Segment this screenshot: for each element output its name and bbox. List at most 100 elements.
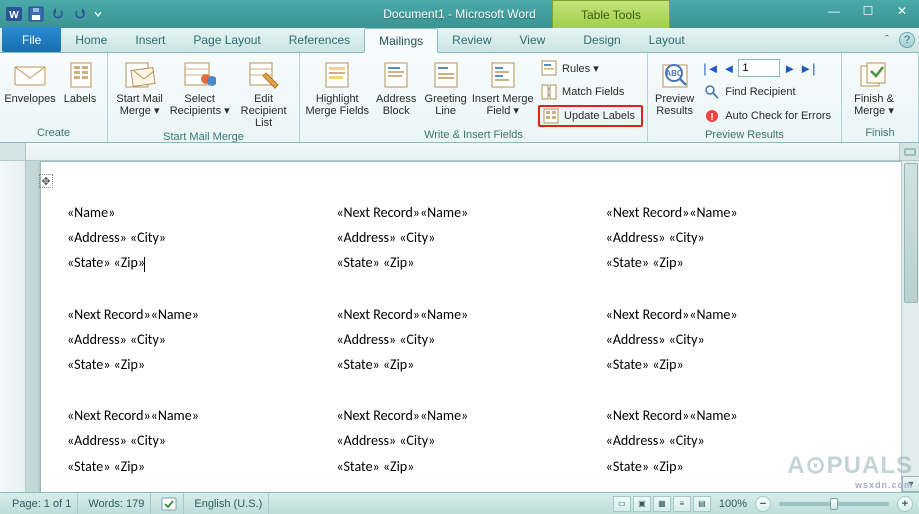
quick-access-toolbar: W bbox=[0, 4, 104, 24]
tab-insert[interactable]: Insert bbox=[121, 27, 179, 52]
merge-field-line: «Next Record»«Name» bbox=[606, 403, 875, 428]
merge-field-line: «Next Record»«Name» bbox=[67, 302, 336, 327]
record-navigator: |◄ ◄ ► ►| bbox=[701, 57, 837, 79]
view-full-screen-icon[interactable]: ▣ bbox=[633, 496, 651, 512]
rules-button[interactable]: Rules ▾ bbox=[538, 57, 643, 79]
group-create: Envelopes Labels Create bbox=[0, 53, 108, 142]
merge-field-line: «State» «Zip» bbox=[336, 352, 605, 377]
labels-label: Labels bbox=[64, 93, 96, 105]
vertical-ruler[interactable] bbox=[0, 161, 26, 492]
table-tools-contextual-tab: Table Tools bbox=[552, 0, 670, 28]
finish-merge-button[interactable]: Finish & Merge ▾ bbox=[846, 55, 902, 117]
zoom-slider[interactable] bbox=[779, 502, 889, 506]
qat-dropdown-icon[interactable] bbox=[92, 4, 104, 24]
zoom-slider-knob[interactable] bbox=[830, 498, 838, 510]
svg-text:ABC: ABC bbox=[665, 69, 683, 78]
ruler-scale[interactable] bbox=[26, 143, 899, 160]
close-button[interactable]: ✕ bbox=[885, 0, 919, 22]
label-cell[interactable]: «Next Record»«Name» «Address» «City» «St… bbox=[336, 200, 605, 276]
tab-view[interactable]: View bbox=[506, 27, 560, 52]
match-fields-label: Match Fields bbox=[562, 86, 624, 98]
tab-design[interactable]: Design bbox=[569, 27, 634, 52]
status-words[interactable]: Words: 179 bbox=[82, 493, 151, 514]
merge-field-line: «State» «Zip» bbox=[336, 250, 605, 275]
tab-mailings[interactable]: Mailings bbox=[364, 28, 438, 53]
ribbon-collapse-icon[interactable]: ˆ bbox=[879, 32, 895, 48]
page[interactable]: ✥ «Name» «Address» «City» «State» «Zip» … bbox=[40, 161, 901, 492]
ribbon-tabs: File Home Insert Page Layout References … bbox=[0, 28, 919, 53]
match-fields-button[interactable]: Match Fields bbox=[538, 81, 643, 103]
merge-field-line: «Address» «City» bbox=[336, 428, 605, 453]
tab-layout[interactable]: Layout bbox=[635, 27, 699, 52]
view-print-layout-icon[interactable]: ▭ bbox=[613, 496, 631, 512]
address-block-label: Address Block bbox=[376, 93, 416, 117]
edit-recipient-list-button[interactable]: Edit Recipient List bbox=[232, 55, 295, 129]
maximize-button[interactable]: ☐ bbox=[851, 0, 885, 22]
check-errors-icon: ! bbox=[704, 108, 720, 124]
preview-results-button[interactable]: ABC Preview Results bbox=[652, 55, 697, 117]
table-move-handle-icon[interactable]: ✥ bbox=[39, 174, 53, 188]
merge-field-line: «Next Record»«Name» bbox=[67, 403, 336, 428]
find-recipient-button[interactable]: Find Recipient bbox=[701, 81, 837, 103]
tab-references[interactable]: References bbox=[275, 27, 364, 52]
help-icon[interactable]: ? bbox=[899, 32, 915, 48]
label-cell[interactable]: «Next Record»«Name» «Address» «City» «St… bbox=[336, 302, 605, 378]
record-number-input[interactable] bbox=[738, 59, 780, 77]
first-record-button[interactable]: |◄ bbox=[703, 61, 719, 76]
finish-merge-label: Finish & Merge ▾ bbox=[854, 93, 894, 117]
greeting-label: Greeting Line bbox=[425, 93, 467, 117]
label-cell[interactable]: «Next Record»«Name» «Address» «City» «St… bbox=[336, 403, 605, 479]
envelopes-button[interactable]: Envelopes bbox=[4, 55, 56, 105]
rules-icon bbox=[541, 60, 557, 76]
merge-field-line: «Address» «City» bbox=[67, 327, 336, 352]
highlight-merge-fields-button[interactable]: Highlight Merge Fields bbox=[304, 55, 370, 117]
address-block-button[interactable]: Address Block bbox=[372, 55, 419, 117]
view-outline-icon[interactable]: ≡ bbox=[673, 496, 691, 512]
merge-field-line: «Address» «City» bbox=[336, 327, 605, 352]
tab-file[interactable]: File bbox=[2, 27, 61, 52]
next-record-button[interactable]: ► bbox=[783, 61, 796, 76]
update-labels-label: Update Labels bbox=[564, 110, 635, 122]
status-page[interactable]: Page: 1 of 1 bbox=[6, 493, 78, 514]
label-cell[interactable]: «Next Record»«Name» «Address» «City» «St… bbox=[67, 302, 336, 378]
scrollbar-thumb[interactable] bbox=[904, 163, 918, 303]
merge-field-line: «Name» bbox=[67, 200, 336, 225]
status-language[interactable]: English (U.S.) bbox=[188, 493, 269, 514]
select-recipients-button[interactable]: Select Recipients ▾ bbox=[169, 55, 230, 117]
label-cell[interactable]: «Name» «Address» «City» «State» «Zip» bbox=[67, 200, 336, 276]
labels-button[interactable]: Labels bbox=[58, 55, 102, 105]
rules-label: Rules ▾ bbox=[562, 62, 599, 75]
insert-merge-field-button[interactable]: Insert Merge Field ▾ bbox=[471, 55, 534, 117]
group-finish: Finish & Merge ▾ Finish bbox=[842, 53, 919, 142]
view-web-layout-icon[interactable]: ▦ bbox=[653, 496, 671, 512]
merge-field-line: «Next Record»«Name» bbox=[606, 200, 875, 225]
status-proofing-icon[interactable] bbox=[155, 493, 184, 514]
undo-icon[interactable] bbox=[48, 4, 68, 24]
minimize-button[interactable]: — bbox=[817, 0, 851, 22]
label-cell[interactable]: «Next Record»«Name» «Address» «City» «St… bbox=[67, 403, 336, 479]
merge-field-line: «State» «Zip» bbox=[606, 250, 875, 275]
label-cell[interactable]: «Next Record»«Name» «Address» «City» «St… bbox=[606, 302, 875, 378]
tab-page-layout[interactable]: Page Layout bbox=[179, 27, 274, 52]
auto-check-errors-button[interactable]: ! Auto Check for Errors bbox=[701, 105, 837, 127]
view-draft-icon[interactable]: ▤ bbox=[693, 496, 711, 512]
tab-home[interactable]: Home bbox=[61, 27, 121, 52]
label-cell[interactable]: «Next Record»«Name» «Address» «City» «St… bbox=[606, 200, 875, 276]
start-mail-merge-button[interactable]: Start Mail Merge ▾ bbox=[112, 55, 167, 117]
ruler-toggle[interactable] bbox=[899, 143, 919, 160]
merge-field-line: «State» «Zip» bbox=[67, 454, 336, 479]
prev-record-button[interactable]: ◄ bbox=[722, 61, 735, 76]
zoom-in-button[interactable]: + bbox=[897, 496, 913, 512]
merge-field-line: «Address» «City» bbox=[606, 327, 875, 352]
last-record-button[interactable]: ►| bbox=[799, 61, 815, 76]
zoom-out-button[interactable]: − bbox=[755, 496, 771, 512]
redo-icon[interactable] bbox=[70, 4, 90, 24]
tab-review[interactable]: Review bbox=[438, 27, 505, 52]
greeting-line-button[interactable]: Greeting Line bbox=[422, 55, 469, 117]
save-icon[interactable] bbox=[26, 4, 46, 24]
group-write-insert-label: Write & Insert Fields bbox=[304, 127, 643, 144]
document-viewport[interactable]: ✥ «Name» «Address» «City» «State» «Zip» … bbox=[26, 161, 901, 492]
vertical-scrollbar[interactable]: ▼ bbox=[901, 161, 919, 492]
zoom-level[interactable]: 100% bbox=[713, 498, 753, 510]
update-labels-button[interactable]: Update Labels bbox=[538, 105, 643, 127]
